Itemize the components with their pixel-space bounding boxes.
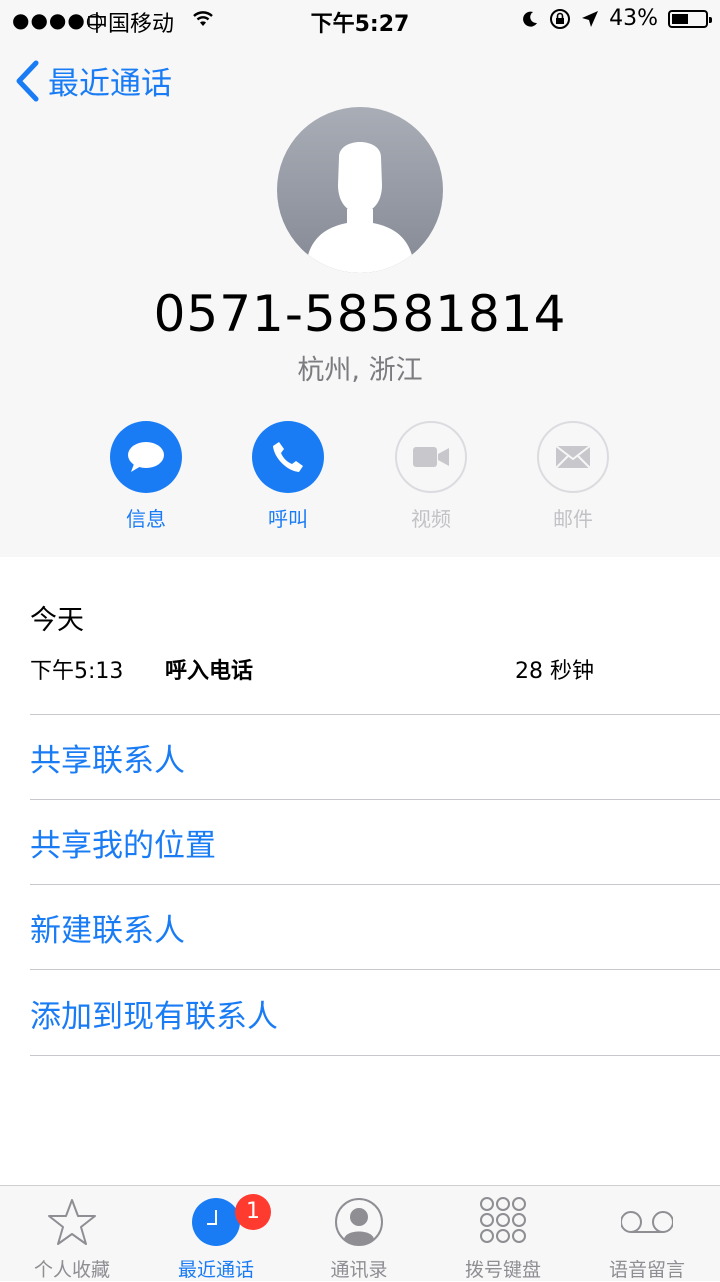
share-location-option[interactable]: 共享我的位置 [30,820,216,865]
rotation-lock-icon [550,8,571,29]
contact-location: 杭州, 浙江 [297,355,423,386]
message-icon [128,442,164,472]
tab-keypad[interactable]: 拨号键盘 [433,1186,573,1281]
divider [30,714,720,715]
tab-favorites[interactable]: 个人收藏 [2,1186,142,1281]
divider [30,969,720,970]
tab-bar: 个人收藏 1 最近通话 通讯录 拨号键盘 语音留言 [0,1185,720,1281]
person-silhouette-icon [305,142,415,273]
tab-keypad-label: 拨号键盘 [464,1259,541,1281]
tab-contacts-label: 通讯录 [330,1259,388,1281]
new-contact-option[interactable]: 新建联系人 [30,905,185,950]
tab-recents[interactable]: 1 最近通话 [146,1186,286,1281]
chevron-left-icon [16,60,39,101]
call-duration: 28 秒钟 [515,659,594,684]
add-to-existing-contact-option[interactable]: 添加到现有联系人 [30,991,278,1036]
call-label: 呼叫 [268,507,308,531]
missed-calls-badge: 1 [235,1194,271,1230]
contacts-icon [335,1198,383,1246]
back-label: 最近通话 [48,66,172,102]
status-bar: ●●●●○ 中国移动 下午5:27 43% [0,0,720,40]
video-button[interactable]: 视频 [395,421,467,531]
divider [30,884,720,885]
contact-number: 0571-58581814 [153,285,567,343]
tab-favorites-label: 个人收藏 [33,1259,110,1281]
mail-icon [555,445,591,469]
tab-voicemail-label: 语音留言 [608,1259,685,1281]
share-contact-option[interactable]: 共享联系人 [30,735,185,780]
location-arrow-icon [582,10,599,27]
back-button[interactable]: 最近通话 [14,58,172,103]
voicemail-icon [621,1211,673,1233]
video-label: 视频 [411,507,451,531]
divider [30,799,720,800]
tab-contacts[interactable]: 通讯录 [289,1186,429,1281]
battery-percent: 43% [609,6,658,31]
star-icon [48,1199,96,1245]
clock-icon [192,1198,240,1246]
call-type: 呼入电话 [165,659,254,684]
tab-recents-label: 最近通话 [177,1259,254,1281]
mail-button[interactable]: 邮件 [537,421,609,531]
message-button[interactable]: 信息 [110,421,182,531]
keypad-icon [480,1197,526,1243]
divider [30,1055,720,1056]
message-label: 信息 [126,507,166,531]
moon-icon [523,11,538,27]
contact-avatar [277,107,443,273]
call-time: 下午5:13 [30,659,124,684]
tab-voicemail[interactable]: 语音留言 [577,1186,717,1281]
call-button[interactable]: 呼叫 [252,421,324,531]
mail-label: 邮件 [553,507,593,531]
recent-day: 今天 [30,605,84,636]
video-icon [413,447,449,467]
battery-icon [668,9,712,28]
phone-icon [273,442,303,472]
